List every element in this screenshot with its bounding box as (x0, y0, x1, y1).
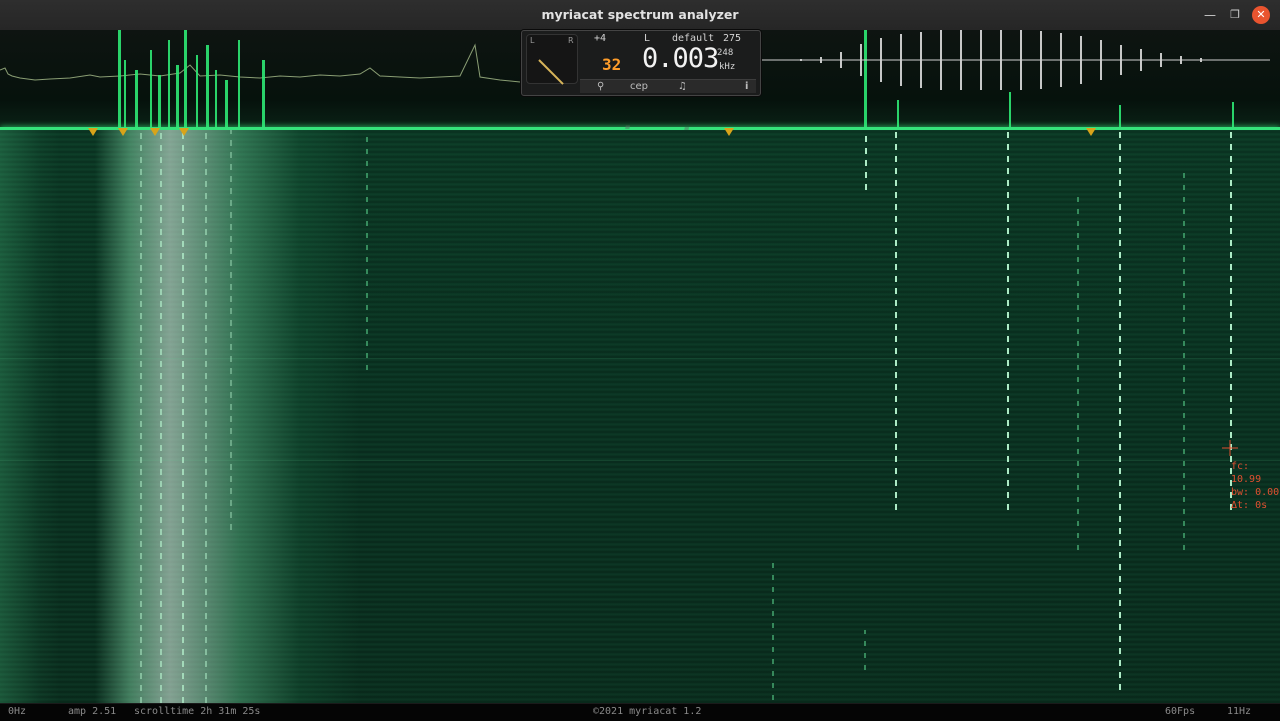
control-panel: L R +4 L default 275 248 kHz 32 0.003 ⚲ … (521, 30, 761, 96)
readout-dt: Δt: 0s (1231, 500, 1268, 511)
gauge-right-label: R (568, 36, 574, 45)
fps-label: 60Fps (1165, 706, 1196, 717)
signal-trace (182, 130, 184, 703)
peak-marker-icon[interactable] (118, 128, 128, 136)
waterfall-spectrogram[interactable] (0, 130, 1280, 703)
offset-value[interactable]: +4 (594, 33, 606, 44)
gauge-left-label: L (530, 36, 535, 45)
cep-button[interactable]: cep (630, 80, 648, 93)
signal-trace (366, 130, 368, 370)
amp-value[interactable]: amp 2.51 (68, 706, 116, 717)
status-bar: 0Hz amp 2.51 scrolltime 2h 31m 25s ©2021… (0, 703, 1280, 721)
signal-trace (140, 130, 142, 703)
note-button[interactable]: ♫ (678, 80, 687, 93)
preset-value-top: 275 (723, 33, 742, 44)
readout-fc: fc: 10.99 (1231, 461, 1262, 485)
peak-marker-icon[interactable] (179, 128, 189, 136)
scrolltime-value[interactable]: scrolltime 2h 31m 25s (134, 706, 260, 717)
gauge-needle-icon (538, 59, 564, 85)
peak-marker-icon[interactable] (1086, 128, 1096, 136)
peak-marker-icon[interactable] (724, 128, 734, 136)
orange-value: 32 (602, 55, 622, 74)
unit-label: kHz (719, 62, 736, 72)
signal-trace (1119, 130, 1121, 690)
close-button[interactable]: ✕ (1252, 6, 1270, 24)
signal-trace (1077, 190, 1079, 550)
level-gauge: L R (526, 34, 578, 85)
signal-trace (895, 130, 897, 510)
signal-trace (230, 130, 232, 530)
window-title: myriacat spectrum analyzer (541, 7, 739, 22)
tuning-button[interactable]: ⚲ (597, 80, 604, 93)
peak-marker-icon[interactable] (88, 128, 98, 136)
maximize-button[interactable]: ❐ (1226, 6, 1244, 24)
cursor-readout: fc: 10.99 bw: 0.00 Δt: 0s (1231, 460, 1280, 512)
signal-trace (160, 130, 162, 703)
signal-trace (864, 630, 866, 670)
freq-start-label: 0Hz (8, 706, 27, 717)
signal-trace (772, 560, 774, 700)
frequency-display[interactable]: 0.003 (642, 43, 719, 74)
panel-toolbar: ⚲ cep ♫ i (580, 79, 756, 93)
preset-value-bottom: 248 (717, 48, 734, 58)
crosshair-icon (1222, 440, 1238, 456)
info-button[interactable]: i (745, 80, 748, 93)
signal-trace (865, 130, 867, 190)
peak-marker-icon[interactable] (150, 128, 160, 136)
copyright-label: ©2021 myriacat 1.2 (593, 706, 702, 717)
signal-trace (205, 130, 207, 703)
readout-bw: bw: 0.00 (1231, 487, 1280, 498)
waterfall-row-divider (0, 358, 1280, 359)
signal-trace (1183, 170, 1185, 550)
signal-trace (1007, 130, 1009, 510)
peak-markers (0, 128, 1280, 138)
freq-end-label: 11Hz (1227, 706, 1252, 717)
waterfall-row-divider (0, 460, 1280, 461)
minimize-button[interactable]: — (1201, 6, 1219, 24)
title-bar: myriacat spectrum analyzer — ❐ ✕ (0, 0, 1280, 31)
